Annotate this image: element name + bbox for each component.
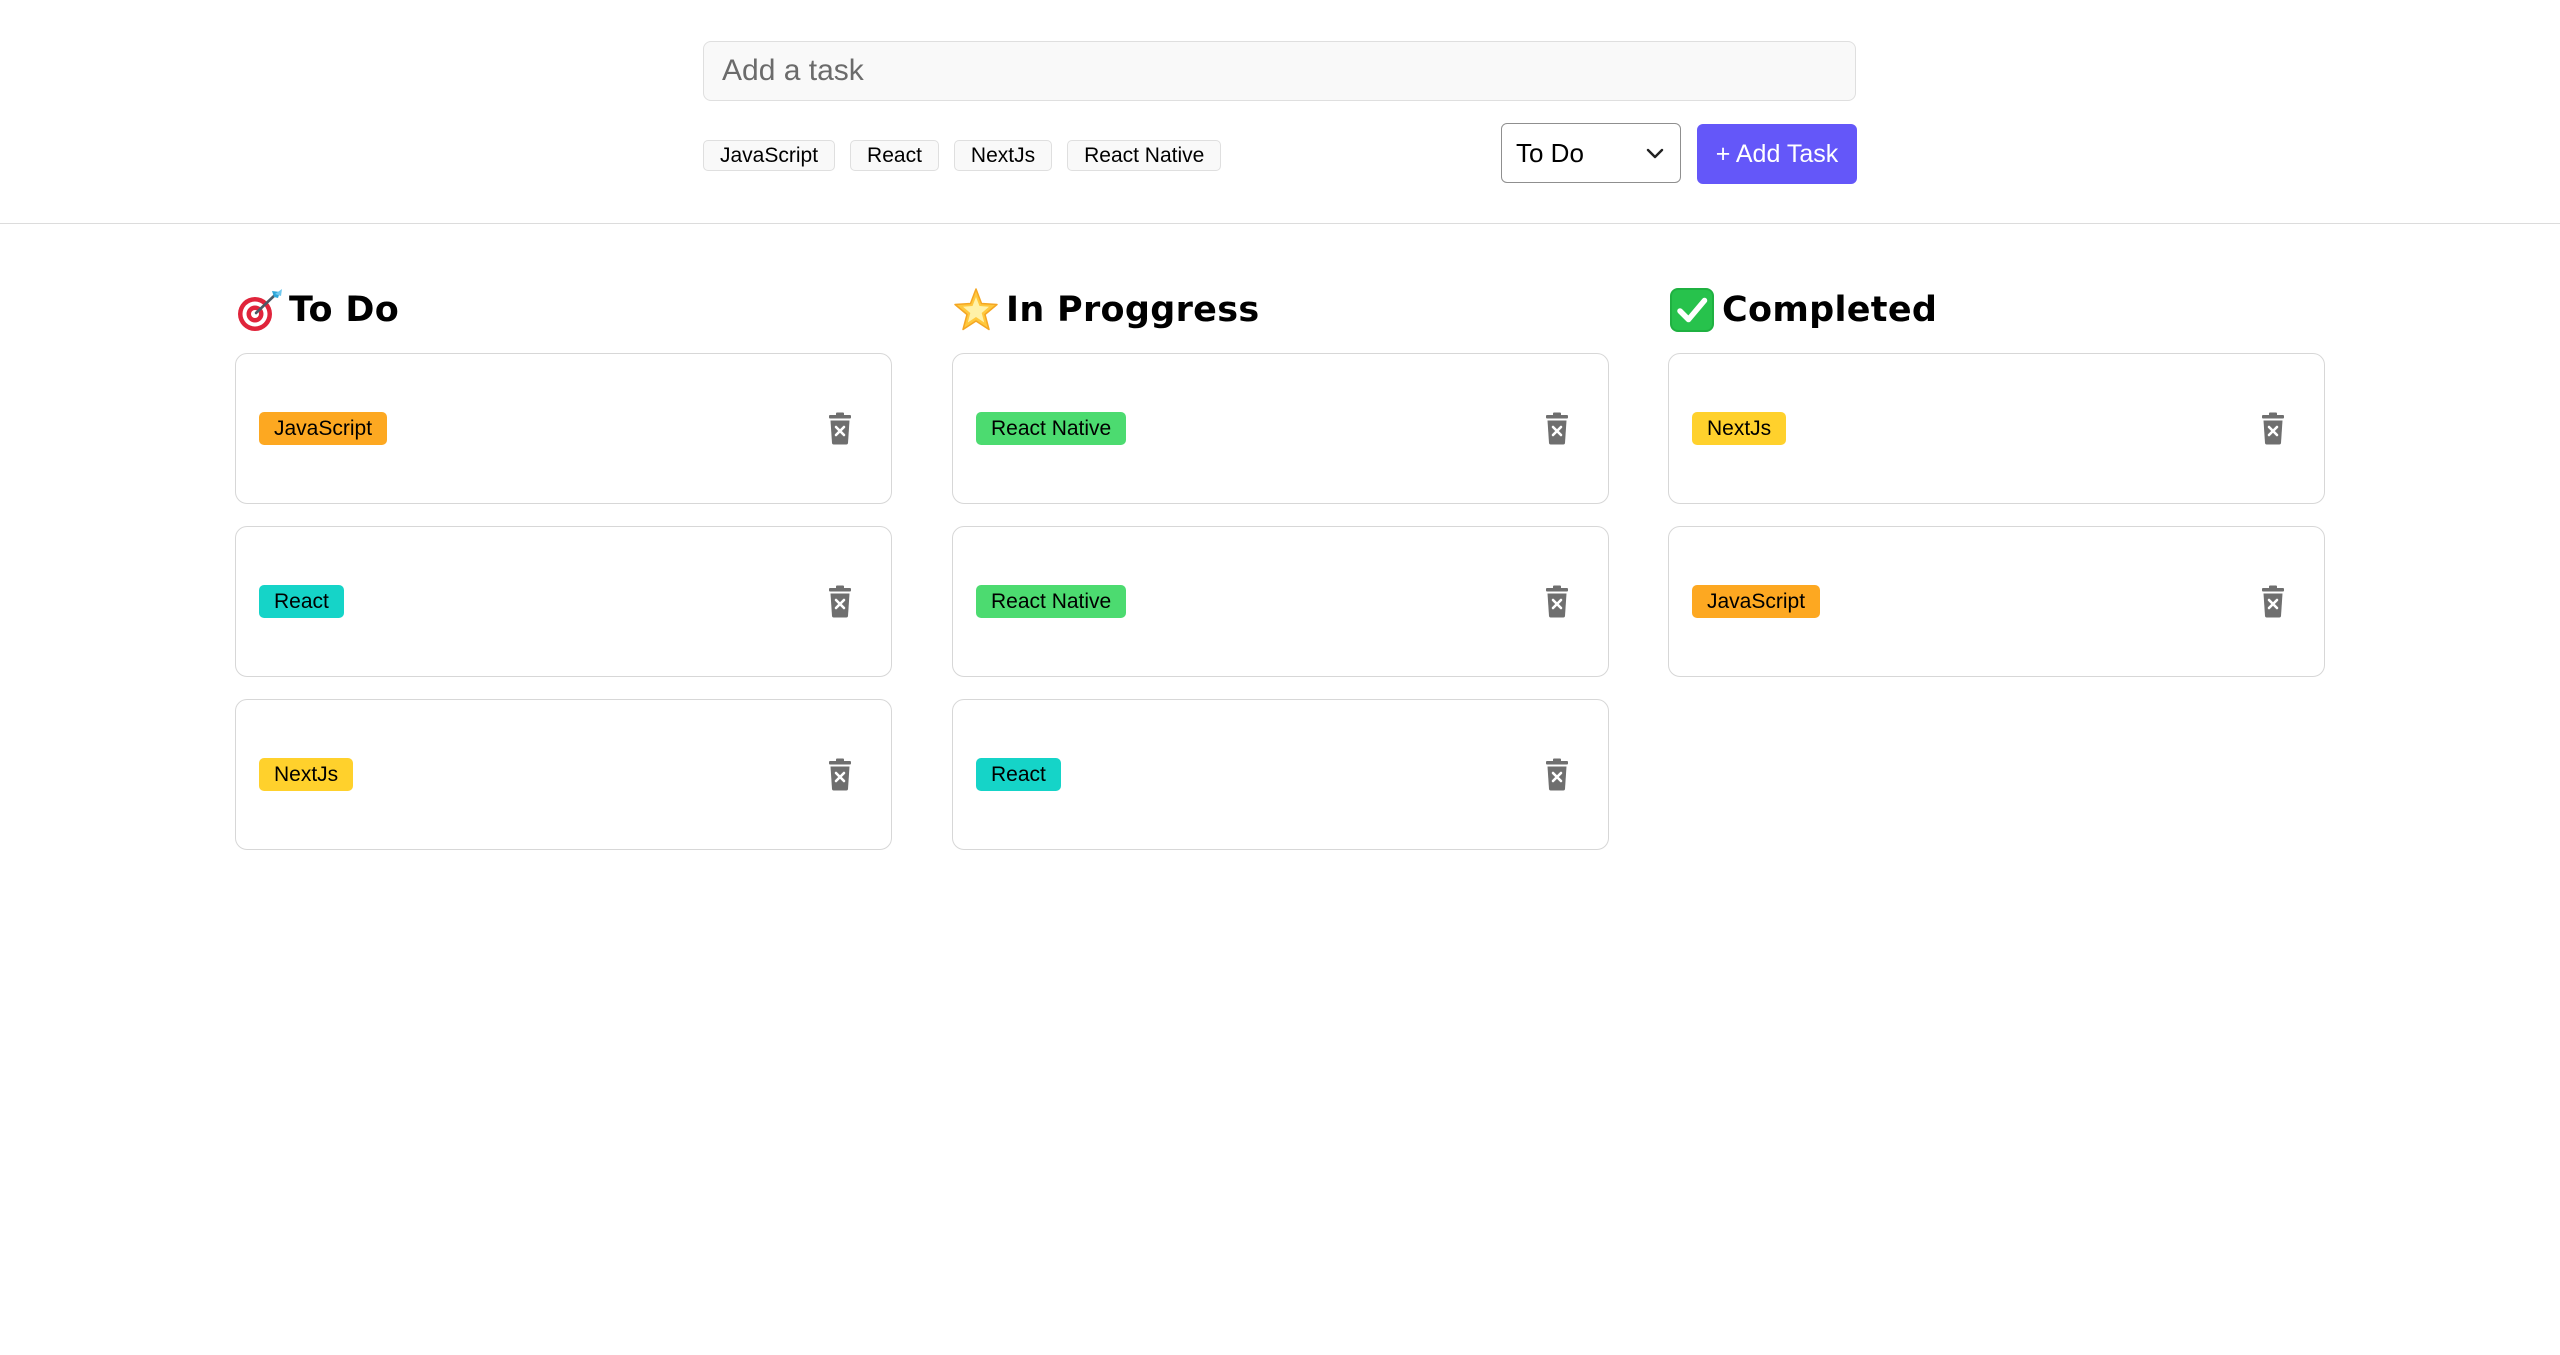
task-card: JavaScript xyxy=(235,353,892,504)
delete-task-button[interactable] xyxy=(1539,754,1575,794)
column-title-todo: To Do xyxy=(289,290,400,330)
delete-task-button[interactable] xyxy=(2255,581,2291,621)
trash-icon xyxy=(829,412,851,444)
task-tag: NextJs xyxy=(259,758,354,791)
task-input[interactable] xyxy=(703,41,1856,101)
tag-button-react[interactable]: React xyxy=(850,140,939,171)
glowing-star-icon xyxy=(954,288,998,331)
delete-task-button[interactable] xyxy=(822,581,858,621)
chevron-down-icon xyxy=(1646,148,1664,159)
add-task-button[interactable]: + Add Task xyxy=(1697,124,1857,184)
tag-button-react-native[interactable]: React Native xyxy=(1067,140,1222,171)
trash-icon xyxy=(1546,758,1568,790)
column-title-in-progress: In Proggress xyxy=(1006,290,1260,330)
column-in-progress: In Proggress React Native React Native R… xyxy=(952,280,1609,850)
tag-button-javascript[interactable]: JavaScript xyxy=(703,140,836,171)
column-completed: Completed NextJs JavaScript xyxy=(1668,280,2325,677)
task-tag: React Native xyxy=(976,585,1127,618)
trash-icon xyxy=(2262,412,2284,444)
card-list-todo: JavaScript React NextJs xyxy=(235,353,892,872)
task-card: React xyxy=(952,699,1609,850)
task-card: NextJs xyxy=(1668,353,2325,504)
trash-icon xyxy=(829,758,851,790)
task-tag: React xyxy=(976,758,1061,791)
trash-icon xyxy=(2262,585,2284,617)
delete-task-button[interactable] xyxy=(1539,581,1575,621)
tag-button-nextjs[interactable]: NextJs xyxy=(953,140,1053,171)
task-card: React xyxy=(235,526,892,677)
status-select[interactable]: To Do xyxy=(1501,123,1681,183)
task-card: React Native xyxy=(952,353,1609,504)
task-tag: JavaScript xyxy=(259,412,388,445)
direct-hit-icon xyxy=(238,289,282,331)
task-tag: React Native xyxy=(976,412,1127,445)
delete-task-button[interactable] xyxy=(822,408,858,448)
task-card: NextJs xyxy=(235,699,892,850)
task-card: React Native xyxy=(952,526,1609,677)
task-form-header: JavaScript React NextJs React Native To … xyxy=(0,0,2560,224)
status-select-value: To Do xyxy=(1516,137,1584,168)
trash-icon xyxy=(829,585,851,617)
task-card: JavaScript xyxy=(1668,526,2325,677)
task-tag: NextJs xyxy=(1692,412,1787,445)
card-list-in-progress: React Native React Native React xyxy=(952,353,1609,872)
column-title-completed: Completed xyxy=(1722,290,1938,330)
delete-task-button[interactable] xyxy=(2255,408,2291,448)
column-heading-in-progress: In Proggress xyxy=(952,280,1609,340)
column-heading-completed: Completed xyxy=(1668,280,2325,340)
check-mark-button-icon xyxy=(1670,288,1714,332)
task-tag: JavaScript xyxy=(1692,585,1821,618)
column-heading-todo: To Do xyxy=(235,280,892,340)
column-todo: To Do JavaScript React NextJs xyxy=(235,280,892,850)
task-tag: React xyxy=(259,585,344,618)
trash-icon xyxy=(1546,585,1568,617)
trash-icon xyxy=(1546,412,1568,444)
delete-task-button[interactable] xyxy=(1539,408,1575,448)
card-list-completed: NextJs JavaScript xyxy=(1668,353,2325,699)
tag-selector: JavaScript React NextJs React Native xyxy=(703,140,1222,171)
delete-task-button[interactable] xyxy=(822,754,858,794)
